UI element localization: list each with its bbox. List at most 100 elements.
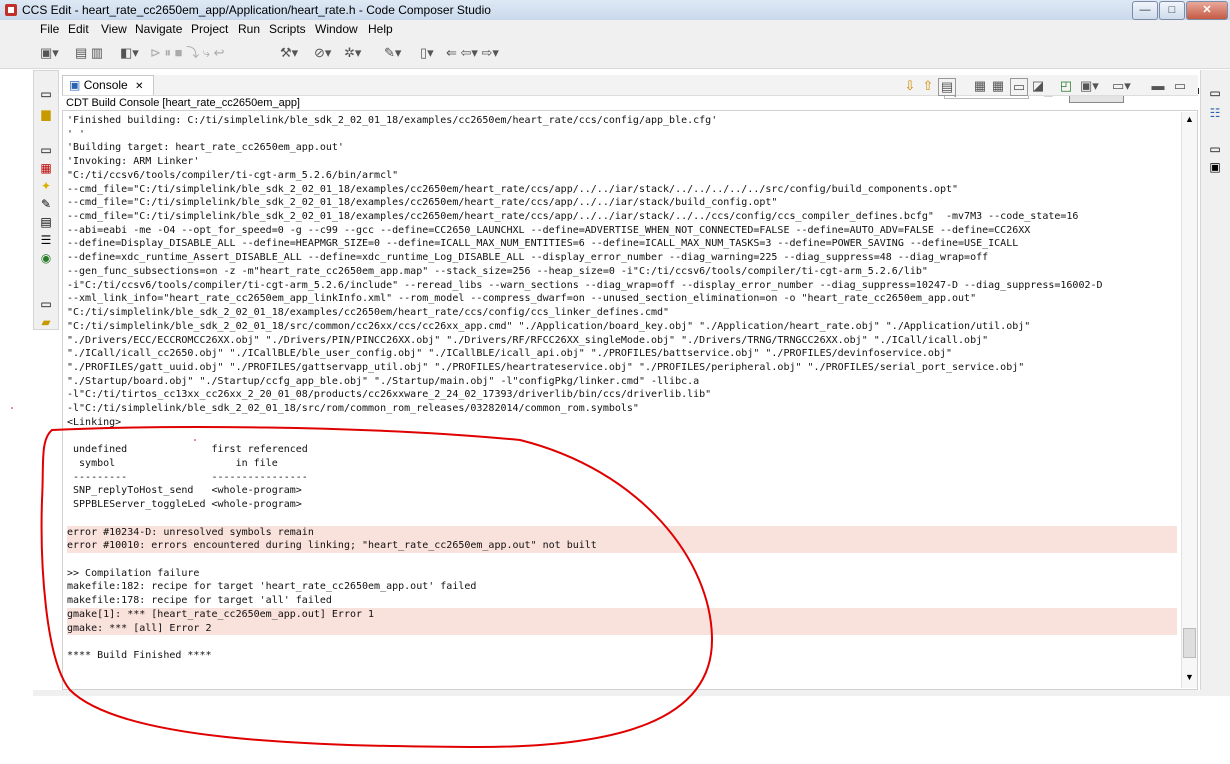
clear-icon[interactable]: ▦ [972, 78, 988, 94]
title-bar: CCS Edit - heart_rate_cc2650em_app/Appli… [0, 0, 1230, 20]
menu-bar: File Edit View Navigate Project Run Scri… [0, 20, 1230, 38]
vertical-scrollbar[interactable]: ▲ ▼ [1181, 112, 1197, 688]
menu-scripts[interactable]: Scripts [269, 22, 306, 36]
remove-launch-icon[interactable]: ◪ [1030, 78, 1046, 94]
menu-help[interactable]: Help [368, 22, 393, 36]
pin-icon[interactable]: ▦ [990, 78, 1006, 94]
save-icon[interactable]: ▤ ▥ [75, 45, 103, 61]
console-line: 'Building target: heart_rate_cc2650em_ap… [67, 142, 344, 154]
restore-icon-right-2[interactable]: ▭ [1208, 142, 1222, 156]
folder-icon[interactable]: ▰ [39, 315, 53, 329]
menu-file[interactable]: File [40, 22, 59, 36]
console-line: <Linking> [67, 416, 122, 428]
console-line: --cmd_file="C:/ti/simplelink/ble_sdk_2_0… [67, 197, 778, 209]
console-line: --gen_func_subsections=on -z -m"heart_ra… [67, 265, 928, 277]
console-line: --define=Display_DISABLE_ALL --define=HE… [67, 238, 1019, 250]
console-line: SNP_replyToHost_send <whole-program> [67, 485, 302, 497]
console-tab[interactable]: ▣ Console ✕ [62, 75, 154, 95]
restore-icon-3[interactable]: ▭ [39, 297, 53, 311]
console-line: -l"C:/ti/simplelink/ble_sdk_2_02_01_18/s… [67, 403, 639, 415]
menu-window[interactable]: Window [315, 22, 358, 36]
console-line: "./PROFILES/gatt_uuid.obj" "./PROFILES/g… [67, 361, 1025, 373]
nav-arrows-icon[interactable]: ⇐ ⇦▾ ⇨▾ [446, 45, 499, 61]
bulb-icon[interactable]: ✦ [39, 179, 53, 193]
main-toolbar: ▣▾ ▤ ▥ ◧▾ ⊳ ⏸ ■ ⤵ ⤷ ↩ ⚒▾ ⊘▾ ✲▾ ✎▾ ▯▾ ⇐ ⇦… [0, 38, 1230, 103]
restore-icon[interactable]: ▭ [39, 87, 53, 101]
console-line: **** Build Finished **** [67, 650, 212, 662]
console-line: --cmd_file="C:/ti/simplelink/ble_sdk_2_0… [67, 183, 959, 195]
console-line: --cmd_file="C:/ti/simplelink/ble_sdk_2_0… [67, 211, 1079, 223]
console-error-line: error #10234-D: unresolved symbols remai… [67, 525, 1177, 540]
terminal-icon[interactable]: ▤ [39, 215, 53, 229]
menu-view[interactable]: View [101, 22, 127, 36]
hammer-icon[interactable]: ⚒▾ [280, 45, 298, 61]
maximize-icon[interactable]: ▭ [1172, 78, 1188, 94]
word-wrap-icon[interactable]: ▭ [1010, 78, 1028, 96]
console-name: CDT Build Console [heart_rate_cc2650em_a… [66, 97, 300, 109]
console-line: -i"C:/ti/ccsv6/tools/compiler/ti-cgt-arm… [67, 279, 1103, 291]
bug-icon[interactable]: ✲▾ [344, 45, 361, 61]
pencil-icon[interactable]: ✎▾ [384, 45, 401, 61]
outline-view-icon[interactable]: ☷ [1208, 106, 1222, 120]
console-line: makefile:182: recipe for target 'heart_r… [67, 581, 477, 593]
pencil-icon[interactable]: ✎ [39, 197, 53, 211]
console-line: 'Invoking: ARM Linker' [67, 156, 200, 168]
scrollbar-thumb[interactable] [1183, 628, 1196, 658]
up-arrow-icon[interactable]: ⇧ [920, 78, 936, 94]
debug-controls-icon[interactable]: ⊳ ⏸ ■ ⤵ ⤷ ↩ [150, 45, 224, 61]
minimize-button[interactable]: — [1132, 1, 1158, 20]
console-output[interactable]: 'Finished building: C:/ti/simplelink/ble… [62, 110, 1198, 690]
window-icon[interactable]: ▣ [1208, 160, 1222, 174]
console-line: -l"C:/ti/tirtos_cc13xx_cc26xx_2_20_01_08… [67, 389, 712, 401]
list-icon[interactable]: ☰ [39, 233, 53, 247]
menu-edit[interactable]: Edit [68, 22, 89, 36]
project-explorer-icon[interactable]: ▆ [39, 107, 53, 121]
down-arrow-icon[interactable]: ⇩ [902, 78, 918, 94]
console-line: "C:/ti/ccsv6/tools/compiler/ti-cgt-arm_5… [67, 169, 399, 181]
status-strip [33, 690, 1230, 696]
build-icon[interactable]: ◧▾ [120, 45, 139, 61]
scroll-down-icon[interactable]: ▼ [1185, 672, 1194, 682]
console-error-line: gmake[1]: *** [heart_rate_cc2650em_app.o… [67, 607, 1177, 622]
app-icon [5, 4, 17, 16]
menu-run[interactable]: Run [238, 22, 260, 36]
open-console-icon[interactable]: ◰ [1058, 78, 1074, 94]
close-button[interactable]: ✕ [1186, 1, 1228, 20]
console-line: symbol in file [67, 457, 278, 469]
console-icon: ▣ [69, 78, 81, 92]
outline-icon[interactable]: ▦ [39, 161, 53, 175]
new-icon[interactable]: ▣▾ [40, 45, 59, 61]
console-line: >> Compilation failure [67, 567, 200, 579]
console-line: 'Finished building: C:/ti/simplelink/ble… [67, 115, 718, 126]
right-trim-stack: ▭ ☷ ▭ ▣ [1200, 70, 1230, 690]
console-line: --xml_link_info="heart_rate_cc2650em_app… [67, 293, 977, 305]
console-line: "C:/ti/simplelink/ble_sdk_2_02_01_18/src… [67, 320, 1031, 332]
search-icon[interactable]: ⊘▾ [314, 45, 331, 61]
console-tab-label: Console [83, 78, 128, 92]
console-line: "./Startup/board.obj" "./Startup/ccfg_ap… [67, 375, 700, 387]
console-line: "./ICall/icall_cc2650.obj" "./ICallBLE/b… [67, 348, 953, 360]
console-lines: 'Finished building: C:/ti/simplelink/ble… [67, 114, 1177, 663]
scroll-up-icon[interactable]: ▲ [1185, 114, 1194, 124]
console-line: --abi=eabi -me -O4 --opt_for_speed=0 -g … [67, 224, 1031, 236]
close-icon[interactable]: ✕ [135, 81, 143, 92]
console-line: --------- ---------------- [67, 471, 308, 483]
scroll-lock-icon[interactable]: ▤ [938, 78, 956, 96]
window-title: CCS Edit - heart_rate_cc2650em_app/Appli… [22, 3, 491, 17]
new-console-icon[interactable]: ▭▾ [1112, 78, 1131, 94]
restore-icon-right[interactable]: ▭ [1208, 86, 1222, 100]
maximize-button[interactable]: □ [1159, 1, 1185, 20]
minimize-icon[interactable]: ▬ [1150, 78, 1166, 94]
menu-navigate[interactable]: Navigate [135, 22, 182, 36]
menu-project[interactable]: Project [191, 22, 228, 36]
page-icon[interactable]: ▯▾ [420, 45, 434, 61]
globe-icon[interactable]: ◉ [39, 251, 53, 265]
restore-icon-2[interactable]: ▭ [39, 143, 53, 157]
display-console-icon[interactable]: ▣▾ [1080, 78, 1099, 94]
left-trim-stack: ▭ ▆ ▭ ▦ ✦ ✎ ▤ ☰ ◉ ▭ ▰ [33, 70, 59, 330]
console-line: SPPBLEServer_toggleLed <whole-program> [67, 499, 302, 511]
console-line: "C:/ti/simplelink/ble_sdk_2_02_01_18/exa… [67, 307, 670, 319]
